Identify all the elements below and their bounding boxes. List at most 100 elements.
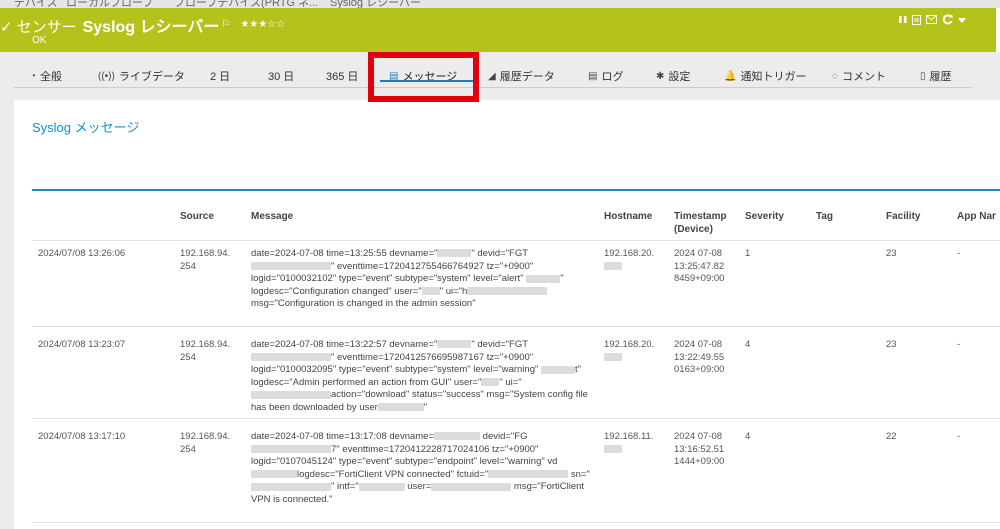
- column-header-source[interactable]: Source: [180, 210, 214, 223]
- tab-label: ライブデータ: [118, 71, 185, 83]
- app-name: -: [957, 248, 961, 259]
- refresh-icon[interactable]: [942, 14, 953, 28]
- tab-label: 30 日: [268, 71, 295, 83]
- severity: 1: [745, 248, 751, 259]
- priority-stars[interactable]: ★★★☆☆: [240, 19, 285, 30]
- row-divider: [32, 326, 1000, 327]
- tab-365-days[interactable]: 365 日: [326, 68, 358, 84]
- sensor-type-label: センサー: [16, 19, 77, 36]
- source-ip: 192.168.94. 254: [180, 339, 231, 363]
- hostname: 192.168.20.: [604, 339, 654, 364]
- redacted-block: [481, 378, 500, 387]
- tab-settings[interactable]: ✱ 設定: [656, 68, 690, 84]
- facility: 22: [886, 431, 897, 442]
- log-list-icon: ▤: [588, 70, 598, 82]
- received-time: 2024/07/08 13:17:10: [38, 431, 126, 442]
- tab-log[interactable]: ▤ ログ: [588, 68, 623, 84]
- panel-divider: [32, 189, 1000, 191]
- column-header-hostname[interactable]: Hostname: [604, 210, 652, 223]
- tab-notification-triggers[interactable]: 🔔 通知トリガー: [724, 68, 806, 84]
- redacted-block: [251, 482, 331, 491]
- app-name: -: [957, 431, 961, 442]
- dropdown-icon[interactable]: [958, 15, 966, 27]
- facility: 23: [886, 339, 897, 350]
- flag-icon[interactable]: ⚐: [221, 19, 230, 30]
- row-divider: [32, 522, 1000, 523]
- redacted-block: [437, 249, 472, 258]
- hostname: 192.168.11.: [604, 431, 653, 456]
- column-header-tag[interactable]: Tag: [816, 210, 833, 223]
- redacted-block: [377, 403, 424, 412]
- area-chart-icon: ◢: [488, 70, 496, 82]
- received-time: 2024/07/08 13:26:06: [38, 248, 126, 259]
- tab-label: 通知トリガー: [740, 71, 807, 83]
- redacted-block: [251, 445, 331, 454]
- tab-2-days[interactable]: 2 日: [210, 68, 230, 84]
- redacted-block: [604, 353, 622, 362]
- breadcrumb: デバイス ローカルプローブ プローブデバイス(PRTG ネ... Syslog …: [0, 0, 1000, 8]
- source-ip: 192.168.94. 254: [180, 248, 231, 272]
- sensor-title: ✓ センサー Syslog レシーバー ⚐ ★★★☆☆: [0, 13, 285, 37]
- tab-label: 2 日: [210, 71, 231, 83]
- tab-bar: ◔ 全般 ((•)) ライブデータ 2 日 30 日 365 日 ▤ メッセージ ◢ 履…: [14, 62, 972, 88]
- column-header-facility[interactable]: Facility: [886, 210, 920, 223]
- bell-icon: 🔔: [724, 70, 737, 82]
- breadcrumb-item[interactable]: デバイス: [14, 0, 58, 8]
- redacted-block: [251, 470, 297, 479]
- mail-icon[interactable]: [926, 15, 937, 27]
- header-divider: [996, 8, 1000, 52]
- tab-label: 設定: [668, 71, 691, 83]
- redacted-block: [604, 445, 622, 454]
- broadcast-icon: ((•)): [98, 70, 115, 82]
- facility: 23: [886, 248, 897, 259]
- device-timestamp: 2024 07-08 13:25:47.82 8459+09:00: [674, 248, 725, 285]
- sensor-header: ✓ センサー Syslog レシーバー ⚐ ★★★☆☆ OK: [0, 8, 1000, 52]
- pause-icon[interactable]: [899, 15, 907, 27]
- breadcrumb-item[interactable]: ローカルプローブ: [66, 0, 153, 8]
- tab-live-data[interactable]: ((•)) ライブデータ: [98, 68, 185, 84]
- redacted-block: [604, 262, 622, 271]
- report-icon[interactable]: [912, 14, 921, 28]
- redacted-block: [251, 262, 331, 271]
- redacted-block: [467, 287, 548, 296]
- header-toolbar: [899, 14, 966, 28]
- received-time: 2024/07/08 13:23:07: [38, 339, 126, 350]
- app-name: -: [957, 339, 961, 350]
- message-text: date=2024-07-08 time=13:25:55 devname=" "…: [251, 248, 564, 310]
- redacted-block: [251, 353, 331, 362]
- redacted-block: [251, 390, 331, 399]
- breadcrumb-item[interactable]: Syslog レシーバー: [330, 0, 421, 8]
- tab-30-days[interactable]: 30 日: [268, 68, 294, 84]
- tab-overview[interactable]: ◔ 全般: [30, 68, 62, 84]
- redacted-block: [437, 340, 472, 349]
- gear-icon: ✱: [656, 70, 665, 82]
- panel-title: Syslog メッセージ: [32, 120, 140, 135]
- messages-panel: Syslog メッセージ Source Message Hostname Tim…: [14, 100, 1000, 529]
- ok-check-icon: ✓: [0, 19, 13, 36]
- tab-label: 履歴データ: [499, 71, 555, 83]
- severity: 4: [745, 431, 751, 442]
- column-header-severity[interactable]: Severity: [745, 210, 784, 223]
- gauge-icon: ◔: [30, 70, 37, 82]
- sensor-name: Syslog レシーバー: [82, 19, 220, 36]
- comment-icon: ◌: [832, 70, 838, 82]
- hostname: 192.168.20.: [604, 248, 654, 273]
- redacted-block: [541, 365, 575, 374]
- redacted-block: [431, 482, 512, 491]
- redacted-block: [526, 274, 561, 283]
- column-header-timestamp[interactable]: Timestamp (Device): [674, 210, 727, 236]
- breadcrumb-item[interactable]: プローブデバイス(PRTG ネ...: [174, 0, 318, 8]
- source-ip: 192.168.94. 254: [180, 431, 231, 455]
- device-timestamp: 2024 07-08 13:16:52.51 1444+09:00: [674, 431, 725, 468]
- tab-history[interactable]: ▯ 履歴: [920, 68, 952, 84]
- row-divider: [32, 418, 1000, 419]
- sensor-status: OK: [32, 35, 47, 46]
- tab-label: 全般: [40, 71, 63, 83]
- tab-comments[interactable]: ◌ コメント: [832, 68, 886, 84]
- document-icon: ▯: [920, 70, 926, 82]
- severity: 4: [745, 339, 751, 350]
- column-header-app-name[interactable]: App Nar: [957, 210, 996, 223]
- column-header-message[interactable]: Message: [251, 210, 293, 223]
- tab-historic-data[interactable]: ◢ 履歴データ: [488, 68, 555, 84]
- redacted-block: [358, 482, 405, 491]
